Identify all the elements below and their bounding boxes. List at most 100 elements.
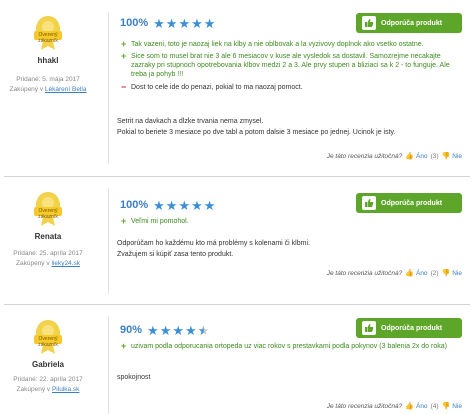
- helpful-question: Je táto recenzia užitočná?: [326, 269, 403, 277]
- star-rating: ★ ★ ★ ★ ★: [153, 17, 215, 30]
- helpful-question: Je táto recenzia užitočná?: [326, 152, 403, 160]
- pros-cons-list: + uzivam podla odporucania ortopeda uz vi…: [121, 342, 451, 354]
- plus-icon: +: [121, 51, 127, 61]
- bought-prefix: Zakúpený v: [16, 386, 51, 393]
- no-label: Nie: [452, 402, 462, 410]
- pro-text: Veľmi mi pomohol.: [131, 218, 189, 225]
- plus-icon: +: [121, 39, 127, 49]
- bought-at: Zakúpený v Pilulka.sk: [8, 385, 88, 395]
- reviewer-info: Overený zákazník Renata Pridané: 25. apr…: [8, 190, 88, 269]
- bought-prefix: Zakúpený v: [9, 86, 44, 93]
- rating: 90% ★ ★ ★ ★ ★: [120, 322, 209, 338]
- yes-label: Áno: [415, 152, 428, 160]
- pros-cons-list: + Veľmi mi pomohol.: [121, 217, 451, 229]
- vote-no-button[interactable]: 👎 Nie: [441, 269, 462, 278]
- thumbs-up-icon: [362, 16, 376, 30]
- bought-prefix: Zakúpený v: [16, 260, 50, 267]
- star-rating: ★ ★ ★ ★ ★: [153, 199, 215, 212]
- star-icon: ★: [153, 197, 165, 213]
- con-text: Dost to cele ide do penazi, pokial to ma…: [131, 84, 303, 91]
- badge-label: Overený zákazník: [38, 32, 58, 44]
- no-label: Nie: [452, 269, 462, 277]
- star-icon: ★: [185, 322, 197, 338]
- recommend-label: Odporúča produkt: [381, 324, 443, 332]
- reviewer-info: Overený zákazník hhakl Pridané: 5. mája …: [8, 14, 88, 95]
- vote-yes-button[interactable]: 👍 Áno: [405, 152, 428, 161]
- helpful-question: Je táto recenzia užitočná?: [326, 402, 403, 410]
- verified-customer-badge: Overený zákazník: [31, 318, 65, 356]
- pro-item: + Veľmi mi pomohol.: [121, 217, 451, 226]
- vote-no-button[interactable]: 👎 Nie: [442, 152, 462, 161]
- added-date: Pridané: 22. apríla 2017: [13, 376, 83, 383]
- star-icon: ★: [178, 197, 191, 213]
- review-text-line: Pokial to beriete 3 mesiace po dve tabl …: [117, 129, 396, 136]
- recommends-product-badge: Odporúča produkt: [356, 13, 462, 33]
- badge-label: Overený zákazník: [38, 208, 58, 220]
- added-date: Pridané: 5. mája 2017: [16, 76, 80, 83]
- review-text: Setrit na davkach a dlzke trvania nema z…: [117, 116, 457, 138]
- username: hhakl: [37, 56, 59, 65]
- review-text-line: spokojnost: [117, 374, 151, 381]
- recommend-label: Odporúča produkt: [381, 199, 443, 207]
- recommends-product-badge: Odporúča produkt: [356, 193, 462, 213]
- vote-yes-button[interactable]: 👍 Áno: [405, 269, 427, 278]
- thumbs-down-icon: 👎: [441, 270, 451, 277]
- review-text: spokojnost: [117, 372, 457, 383]
- verified-customer-badge: Overený zákazník: [31, 190, 65, 228]
- yes-label: Áno: [415, 402, 428, 410]
- review-text: Odporúčam ho každému kto má problémy s k…: [117, 238, 457, 260]
- star-icon: ★: [172, 322, 184, 338]
- thumbs-up-icon: 👍: [405, 270, 414, 277]
- verified-customer-badge: Overený zákazník: [31, 14, 65, 52]
- pro-item: + uzivam podla odporucania ortopeda uz vi…: [121, 342, 451, 351]
- plus-icon: +: [121, 341, 127, 351]
- star-icon: ★: [159, 322, 172, 338]
- pro-item: + Tak vazeni, toto je naozaj liek na klby…: [121, 40, 451, 49]
- rating-percent: 100%: [120, 199, 149, 211]
- review-divider: [4, 304, 470, 305]
- review-text-line: Setrit na davkach a dlzke trvania nema z…: [117, 118, 264, 125]
- con-item: − Dost to cele ide do penazi, pokial to m…: [121, 83, 451, 92]
- reviewer-info: Overený zákazník Gabriela Pridané: 22. a…: [8, 318, 88, 395]
- pro-item: + Sice som to musel brat nie 3 ale 6 mesi…: [121, 52, 451, 79]
- username: Gabriela: [31, 360, 64, 369]
- recommend-label: Odporúča produkt: [381, 19, 443, 27]
- shop-link[interactable]: Lékárení Bella: [45, 86, 87, 93]
- star-icon: ★: [203, 197, 216, 213]
- review-divider: [4, 176, 470, 177]
- rating-percent: 90%: [120, 324, 143, 336]
- half-star-icon: ★: [197, 322, 210, 338]
- thumbs-up-icon: 👍: [405, 153, 414, 160]
- shop-link[interactable]: lieky24.sk: [51, 260, 80, 267]
- helpful-vote: Je táto recenzia užitočná? 👍 Áno (4) 👎 Nie: [327, 400, 462, 412]
- thumbs-up-icon: [362, 196, 376, 210]
- thumbs-up-icon: 👍: [405, 403, 414, 410]
- helpful-vote: Je táto recenzia užitočná? 👍 Áno (3) 👎 Nie: [327, 150, 462, 162]
- star-icon: ★: [191, 197, 203, 213]
- star-rating: ★ ★ ★ ★ ★: [147, 324, 209, 337]
- plus-icon: +: [121, 216, 127, 226]
- star-icon: ★: [203, 15, 216, 31]
- thumbs-up-icon: [362, 321, 376, 335]
- bought-at: Zakúpený v Lékárení Bella: [8, 85, 88, 95]
- star-icon: ★: [191, 15, 203, 31]
- yes-count: (4): [430, 402, 439, 410]
- added-date: Pridané: 25. apríla 2017: [13, 250, 83, 257]
- column-divider: [108, 188, 109, 294]
- vote-no-button[interactable]: 👎 Nie: [441, 402, 462, 411]
- shop-link[interactable]: Pilulka.sk: [52, 386, 79, 393]
- rating-percent: 100%: [120, 17, 149, 29]
- rating: 100% ★ ★ ★ ★ ★: [120, 197, 215, 213]
- vote-yes-button[interactable]: 👍 Áno: [405, 402, 428, 411]
- helpful-vote: Je táto recenzia užitočná? 👍 Áno (2) 👎 Nie: [327, 267, 462, 279]
- star-icon: ★: [178, 15, 191, 31]
- pros-cons-list: + Tak vazeni, toto je naozaj liek na klby…: [121, 40, 451, 95]
- star-icon: ★: [165, 197, 178, 213]
- no-label: Nie: [452, 152, 462, 160]
- thumbs-down-icon: 👎: [441, 403, 451, 410]
- pro-text: Tak vazeni, toto je naozaj liek na klby …: [131, 41, 424, 48]
- recommends-product-badge: Odporúča produkt: [356, 318, 462, 338]
- column-divider: [108, 12, 109, 164]
- review-text-line: Zvažujem si kúpiť zasa tento produkt.: [117, 251, 234, 258]
- rating: 100% ★ ★ ★ ★ ★: [120, 15, 215, 31]
